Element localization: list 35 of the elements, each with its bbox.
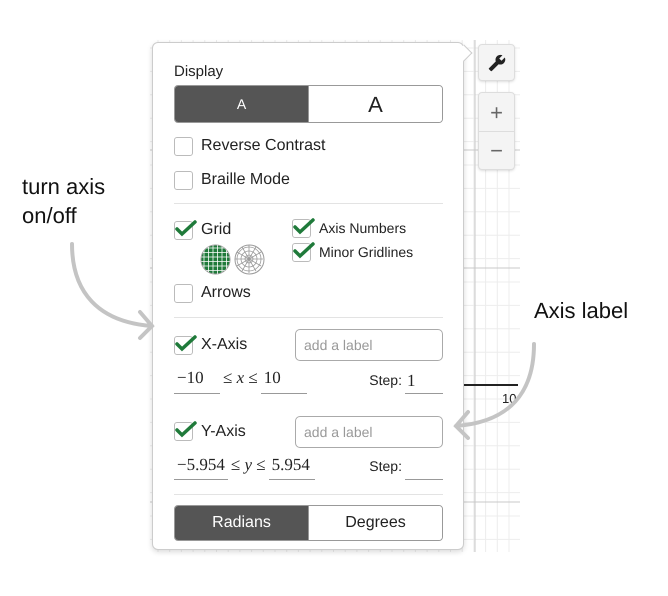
wrench-icon bbox=[488, 54, 506, 72]
annotation-text: turn axis on/off bbox=[22, 173, 106, 230]
checkbox[interactable] bbox=[174, 170, 193, 190]
settings-button[interactable] bbox=[478, 44, 515, 81]
square-grid-icon[interactable] bbox=[200, 244, 231, 275]
max-input-field[interactable]: 5.954 bbox=[268, 452, 315, 480]
checkbox[interactable] bbox=[174, 136, 193, 156]
checkbox-label: Reverse Contrast bbox=[201, 136, 326, 156]
section-label: Display bbox=[174, 63, 224, 81]
segment-button[interactable]: Radians bbox=[175, 506, 308, 540]
checkbox-label: Minor Gridlines bbox=[319, 243, 414, 262]
segment-button[interactable]: A bbox=[308, 86, 442, 122]
zoom-in-button[interactable]: + bbox=[479, 93, 514, 131]
label-input-field[interactable]: add a label bbox=[295, 329, 443, 361]
min-input-field[interactable]: −5.954 bbox=[174, 452, 228, 480]
step-label: Step: bbox=[369, 370, 402, 390]
checkbox-label: Grid bbox=[201, 220, 232, 240]
segment-button[interactable]: A bbox=[175, 86, 308, 122]
inequality-text: ≤ y ≤ bbox=[230, 454, 267, 476]
checkbox-label: X-Axis bbox=[201, 335, 248, 355]
label-input-field[interactable]: add a label bbox=[295, 416, 443, 448]
segment-button[interactable]: Degrees bbox=[308, 506, 442, 540]
annotation-text: Axis label bbox=[534, 297, 628, 325]
checkbox-label: Y-Axis bbox=[201, 422, 246, 442]
max-input-field[interactable]: 10 bbox=[260, 365, 307, 394]
inequality-text: ≤ x ≤ bbox=[222, 367, 259, 389]
checkbox-label: Axis Numbers bbox=[319, 219, 406, 238]
checkbox-label: Arrows bbox=[201, 283, 251, 303]
polar-grid-icon[interactable] bbox=[234, 244, 265, 275]
zoom-out-button[interactable]: − bbox=[479, 131, 514, 169]
step-input-field[interactable]: 1 bbox=[405, 368, 443, 394]
step-label: Step: bbox=[369, 457, 402, 476]
min-input-field[interactable]: −10 bbox=[174, 365, 220, 394]
checkbox-label: Braille Mode bbox=[201, 170, 290, 190]
checkbox[interactable] bbox=[174, 284, 193, 302]
